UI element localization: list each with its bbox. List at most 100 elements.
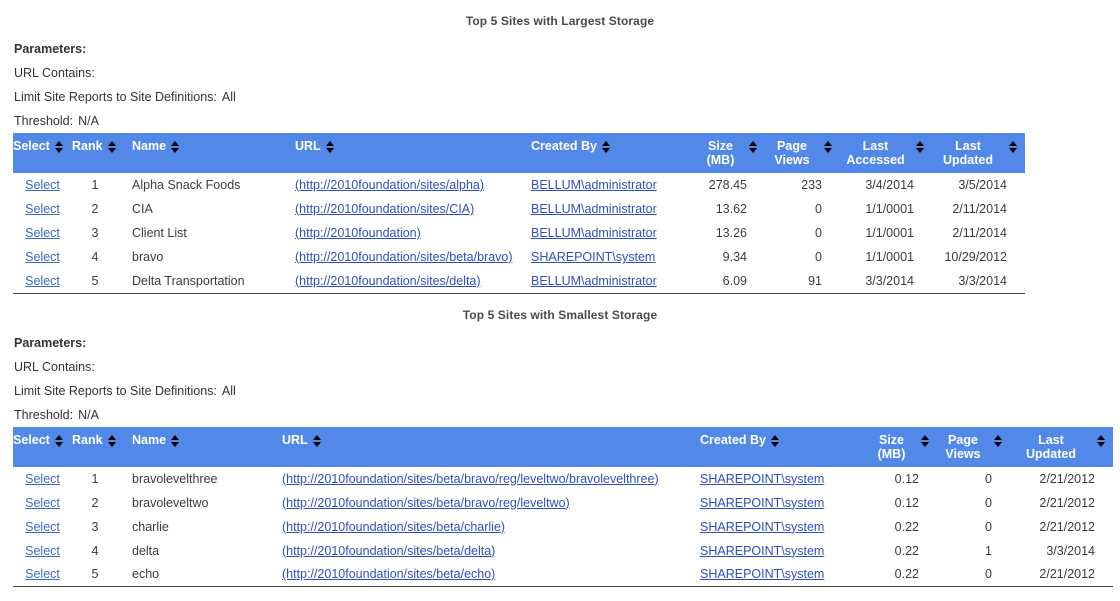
cell-page-views: 0 xyxy=(765,221,840,245)
table-row: Select 1 Alpha Snack Foods (http://2010f… xyxy=(13,173,1025,197)
parameters-block-smallest: Parameters: URL Contains: Limit Site Rep… xyxy=(0,331,1120,427)
column-header-last-updated-label-line1: Last xyxy=(1038,433,1064,447)
created-by-link[interactable]: SHAREPOINT\system xyxy=(700,567,824,581)
sort-icon[interactable] xyxy=(1097,434,1106,448)
select-link[interactable]: Select xyxy=(25,202,60,216)
created-by-link[interactable]: SHAREPOINT\system xyxy=(700,544,824,558)
cell-created-by: BELLUM\administrator xyxy=(531,197,697,221)
cell-select: Select xyxy=(13,197,72,221)
parameter-url-contains-value xyxy=(95,66,100,80)
cell-name: charlie xyxy=(132,515,282,539)
sort-icon[interactable] xyxy=(108,140,117,154)
column-header-select[interactable]: Select xyxy=(13,427,72,467)
column-header-page-views-label-line2: Views xyxy=(774,153,809,167)
site-url-link[interactable]: (http://2010foundation/sites/beta/charli… xyxy=(282,520,505,534)
column-header-rank[interactable]: Rank xyxy=(72,133,132,173)
column-header-last-updated[interactable]: Last Updated xyxy=(932,133,1025,173)
column-header-last-accessed[interactable]: Last Accessed xyxy=(840,133,932,173)
select-link[interactable]: Select xyxy=(25,250,60,264)
created-by-link[interactable]: SHAREPOINT\system xyxy=(700,472,824,486)
sort-icon[interactable] xyxy=(994,434,1003,448)
cell-select: Select xyxy=(13,467,72,491)
sort-icon[interactable] xyxy=(313,434,322,448)
cell-page-views: 0 xyxy=(765,245,840,269)
cell-size: 0.12 xyxy=(867,467,937,491)
cell-url: (http://2010foundation/sites/beta/charli… xyxy=(282,515,700,539)
select-link[interactable]: Select xyxy=(25,178,60,192)
sort-icon[interactable] xyxy=(171,434,180,448)
sort-icon[interactable] xyxy=(602,140,611,154)
site-url-link[interactable]: (http://2010foundation/sites/beta/bravo/… xyxy=(282,496,570,510)
cell-last-updated: 2/11/2014 xyxy=(932,197,1025,221)
sort-icon[interactable] xyxy=(171,140,180,154)
sort-icon[interactable] xyxy=(824,140,833,154)
column-header-url[interactable]: URL xyxy=(282,427,700,467)
select-link[interactable]: Select xyxy=(25,472,60,486)
parameters-heading: Parameters: xyxy=(14,37,1120,61)
cell-select: Select xyxy=(13,245,72,269)
cell-select: Select xyxy=(13,173,72,197)
sort-icon[interactable] xyxy=(55,434,64,448)
cell-select: Select xyxy=(13,269,72,293)
column-header-size[interactable]: Size (MB) xyxy=(867,427,937,467)
table-header-row: Select Rank Name xyxy=(13,427,1113,467)
site-url-link[interactable]: (http://2010foundation) xyxy=(295,226,421,240)
created-by-link[interactable]: BELLUM\administrator xyxy=(531,274,657,288)
cell-last-updated: 10/29/2012 xyxy=(932,245,1025,269)
cell-select: Select xyxy=(13,491,72,515)
created-by-link[interactable]: SHAREPOINT\system xyxy=(700,496,824,510)
created-by-link[interactable]: BELLUM\administrator xyxy=(531,202,657,216)
cell-created-by: BELLUM\administrator xyxy=(531,269,697,293)
column-header-last-updated[interactable]: Last Updated xyxy=(1010,427,1113,467)
select-link[interactable]: Select xyxy=(25,544,60,558)
select-link[interactable]: Select xyxy=(25,496,60,510)
select-link[interactable]: Select xyxy=(25,274,60,288)
created-by-link[interactable]: SHAREPOINT\system xyxy=(531,250,655,264)
sort-icon[interactable] xyxy=(916,140,925,154)
sort-icon[interactable] xyxy=(1009,140,1018,154)
site-url-link[interactable]: (http://2010foundation/sites/beta/delta) xyxy=(282,544,495,558)
site-url-link[interactable]: (http://2010foundation/sites/beta/bravo/… xyxy=(282,472,659,486)
column-header-select[interactable]: Select xyxy=(13,133,72,173)
column-header-page-views[interactable]: Page Views xyxy=(765,133,840,173)
site-url-link[interactable]: (http://2010foundation/sites/beta/bravo) xyxy=(295,250,513,264)
site-url-link[interactable]: (http://2010foundation/sites/beta/echo) xyxy=(282,567,495,581)
created-by-link[interactable]: SHAREPOINT\system xyxy=(700,520,824,534)
parameter-threshold: Threshold:N/A xyxy=(14,403,1120,427)
sort-icon[interactable] xyxy=(55,140,64,154)
column-header-size[interactable]: Size (MB) xyxy=(697,133,765,173)
column-header-name[interactable]: Name xyxy=(132,133,295,173)
site-url-link[interactable]: (http://2010foundation/sites/delta) xyxy=(295,274,481,288)
page-title-smallest: Top 5 Sites with Smallest Storage xyxy=(0,294,1120,331)
select-link[interactable]: Select xyxy=(25,520,60,534)
cell-size: 6.09 xyxy=(697,269,765,293)
sort-icon[interactable] xyxy=(921,434,930,448)
sort-icon[interactable] xyxy=(749,140,758,154)
cell-name: bravoleveltwo xyxy=(132,491,282,515)
cell-page-views: 0 xyxy=(937,491,1010,515)
smallest-storage-table-body: Select 1 bravolevelthree (http://2010fou… xyxy=(13,467,1113,587)
column-header-created-by[interactable]: Created By xyxy=(700,427,867,467)
cell-name: echo xyxy=(132,563,282,587)
select-link[interactable]: Select xyxy=(25,226,60,240)
sort-icon[interactable] xyxy=(326,140,335,154)
column-header-page-views[interactable]: Page Views xyxy=(937,427,1010,467)
column-header-select-label: Select xyxy=(13,139,50,153)
column-header-rank[interactable]: Rank xyxy=(72,427,132,467)
cell-rank: 5 xyxy=(72,563,132,587)
column-header-name[interactable]: Name xyxy=(132,427,282,467)
select-link[interactable]: Select xyxy=(25,567,60,581)
cell-page-views: 233 xyxy=(765,173,840,197)
cell-page-views: 1 xyxy=(937,539,1010,563)
table-row: Select 3 charlie (http://2010foundation/… xyxy=(13,515,1113,539)
column-header-url[interactable]: URL xyxy=(295,133,531,173)
table-row: Select 1 bravolevelthree (http://2010fou… xyxy=(13,467,1113,491)
site-url-link[interactable]: (http://2010foundation/sites/CIA) xyxy=(295,202,474,216)
cell-rank: 4 xyxy=(72,245,132,269)
sort-icon[interactable] xyxy=(108,434,117,448)
column-header-created-by[interactable]: Created By xyxy=(531,133,697,173)
sort-icon[interactable] xyxy=(771,434,780,448)
site-url-link[interactable]: (http://2010foundation/sites/alpha) xyxy=(295,178,484,192)
created-by-link[interactable]: BELLUM\administrator xyxy=(531,178,657,192)
created-by-link[interactable]: BELLUM\administrator xyxy=(531,226,657,240)
